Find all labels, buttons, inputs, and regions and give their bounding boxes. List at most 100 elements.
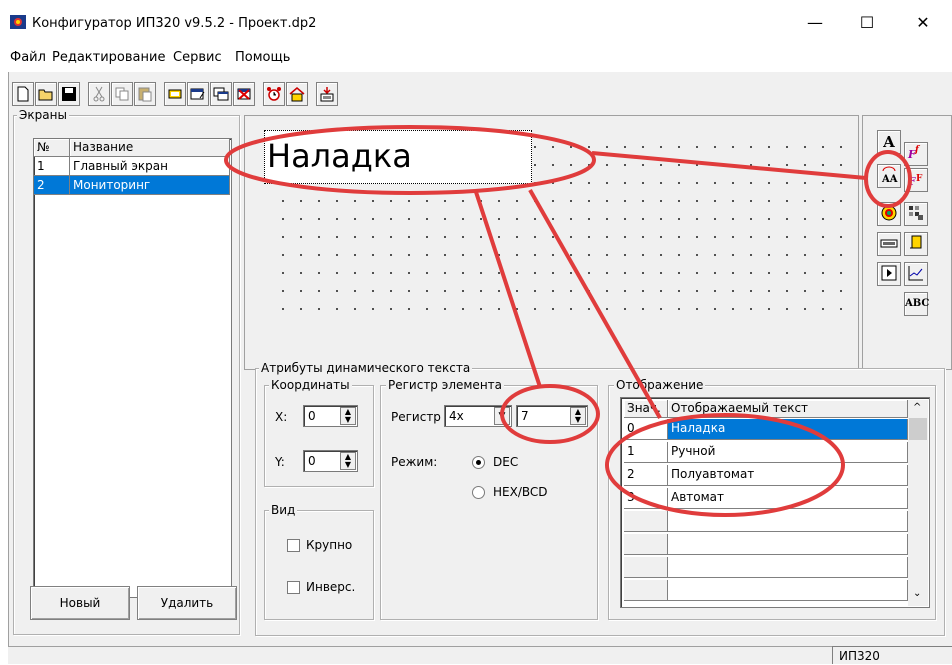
graph-tool[interactable] [904,262,928,286]
mode-dec-label: DEC [493,455,519,469]
mode-label: Режим: [391,455,438,469]
home-button[interactable] [286,82,308,106]
graph-icon [908,266,923,281]
bitmap-tool[interactable] [904,202,928,226]
row-text [668,534,908,555]
new-screen-button[interactable]: Новый [30,586,130,620]
bitmap-icon [909,206,923,220]
svg-text:AA: AA [881,174,898,185]
status-device: ИП320 [832,646,952,664]
alarm-button[interactable] [263,82,285,106]
large-checkbox[interactable] [287,539,300,552]
copy-button[interactable] [111,82,133,106]
status-bar [8,646,952,664]
minimize-button[interactable]: — [792,8,838,38]
cut-button[interactable] [88,82,110,106]
col-name-header[interactable]: Название [70,139,230,157]
x-value: 0 [308,409,316,423]
row-text: Ручной [668,442,908,463]
screen-props-button[interactable] [187,82,209,106]
register-spin-arrows[interactable]: ▲ ▼ [570,407,586,425]
delete-screen-button[interactable]: Удалить [137,586,237,620]
row-num: 2 [34,176,70,195]
formula-tool[interactable]: Ff [904,142,928,166]
screen-icon [168,89,182,99]
dynamic-text-element[interactable]: Наладка [264,130,532,184]
alarm-clock-icon [267,87,281,101]
col-num-header[interactable]: № [34,139,70,157]
row-text [668,580,908,601]
col-value-header[interactable]: Знач. [624,400,668,418]
button-tool[interactable] [877,262,901,286]
new-file-button[interactable] [12,82,34,106]
open-file-button[interactable] [35,82,57,106]
window-edit-icon [190,88,205,100]
variable-icon: FF [908,174,923,188]
row-text [668,511,908,532]
numeric-field-icon [880,239,898,248]
row-name: Мониторинг [70,176,230,195]
variable-tool[interactable]: FF [904,168,928,192]
y-spinbox[interactable]: 0 ▲ ▼ [303,450,358,472]
indicator-tool[interactable] [877,202,901,226]
row-value [624,534,668,555]
menu-bar: Файл Редактирование Сервис Помощь [0,44,952,72]
svg-text:F: F [908,175,916,188]
new-file-icon [17,86,29,102]
paste-button[interactable] [134,82,156,106]
scrollbar-thumb[interactable] [909,418,927,440]
mode-hex-radio[interactable] [472,486,485,499]
row-value: 3 [624,488,668,509]
row-num: 1 [34,157,70,176]
row-text: Автомат [668,488,908,509]
formula-icon: Ff [907,145,921,161]
register-type-select[interactable]: 4x ▼ [444,405,512,427]
paste-icon [138,87,152,102]
menu-file[interactable]: Файл [10,50,46,65]
y-label: Y: [275,455,285,469]
save-button[interactable] [58,82,80,106]
view-group-title: Вид [269,503,298,517]
close-button[interactable]: ✕ [900,8,946,38]
window-title: Конфигуратор ИП320 v9.5.2 - Проект.dp2 [32,16,317,31]
screen-delete-button[interactable] [233,82,255,106]
scroll-up-icon[interactable]: ^ [913,402,921,413]
text-string-tool[interactable]: ABC [904,292,929,316]
play-button-icon [881,265,897,281]
home-icon [289,87,305,102]
invert-checkbox[interactable] [287,581,300,594]
attributes-group-title: Атрибуты динамического текста [259,361,473,375]
mode-hex-label: HEX/BCD [493,485,548,499]
register-number-spinbox[interactable]: 7 ▲ ▼ [516,405,588,427]
menu-edit[interactable]: Редактирование [52,50,165,65]
register-group-title: Регистр элемента [386,378,505,392]
app-icon [10,15,26,29]
screen-copy-button[interactable] [210,82,232,106]
save-icon [62,87,76,101]
scissors-icon [93,86,105,102]
x-spinbox[interactable]: 0 ▲ ▼ [303,405,358,427]
screens-list[interactable] [33,138,232,598]
x-spin-arrows[interactable]: ▲ ▼ [340,407,356,425]
menu-help[interactable]: Помощь [235,50,290,65]
row-value [624,557,668,578]
trigger-tool[interactable] [904,232,928,256]
maximize-button[interactable]: ☐ [844,8,890,38]
static-text-tool[interactable]: A [877,130,901,154]
dynamic-text-icon: AA [881,166,898,185]
row-text [668,557,908,578]
menu-service[interactable]: Сервис [173,50,222,65]
download-button[interactable] [316,82,338,106]
chevron-down-icon[interactable]: ▼ [494,407,510,425]
col-text-header[interactable]: Отображаемый текст [668,400,908,418]
numeric-input-tool[interactable] [877,232,901,256]
scroll-down-icon[interactable]: ⌄ [913,588,921,599]
dynamic-text-tool[interactable]: AA [877,164,901,188]
mode-dec-radio[interactable] [472,456,485,469]
svg-text:F: F [916,174,923,184]
y-spin-arrows[interactable]: ▲ ▼ [340,452,356,470]
row-text: Наладка [668,419,908,440]
display-group-title: Отображение [614,378,706,392]
screen-button[interactable] [164,82,186,106]
x-label: X: [275,410,288,424]
